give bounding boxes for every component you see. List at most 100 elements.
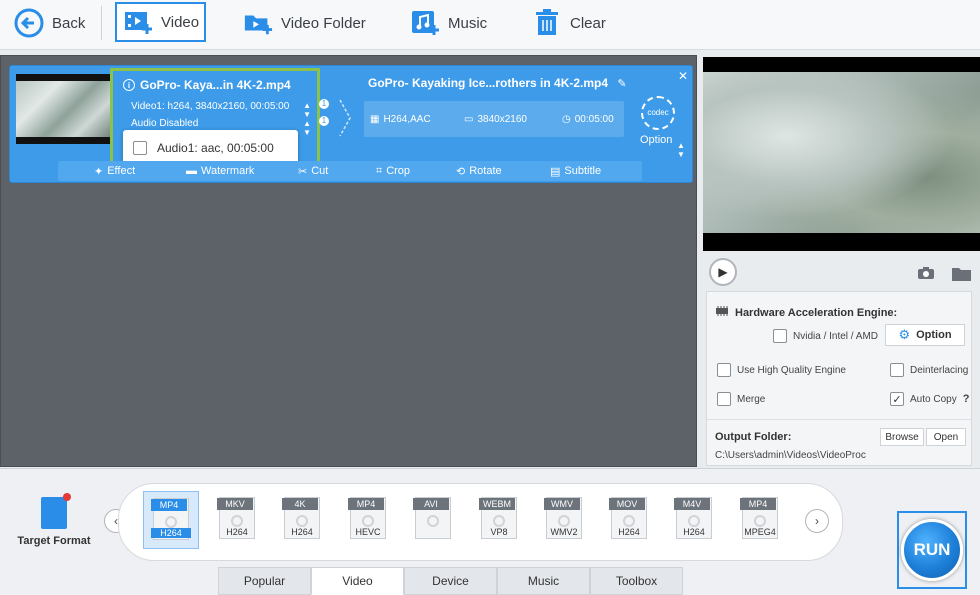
- output-filename[interactable]: GoPro- Kayaking Ice...rothers in 4K-2.mp…: [368, 76, 627, 90]
- tab-toolbox[interactable]: Toolbox: [590, 567, 683, 595]
- format-item[interactable]: WMV WMV2: [536, 491, 592, 549]
- convert-chevron-icon: [339, 99, 351, 137]
- format-item[interactable]: MKV H264: [209, 491, 265, 549]
- format-codec: MPEG4: [744, 527, 776, 537]
- output-resolution-text: 3840x2160: [477, 114, 527, 125]
- film-reel-icon: [362, 515, 374, 527]
- crop-button[interactable]: ⌗ Crop: [376, 165, 410, 178]
- format-item[interactable]: M4V H264: [666, 491, 722, 549]
- video-track-select[interactable]: Video1: h264, 3840x2160, 00:05:00: [131, 101, 289, 112]
- hw-gpu-option[interactable]: Nvidia / Intel / AMD: [773, 329, 878, 343]
- format-tag: 4K: [282, 498, 318, 510]
- format-file-icon: WMV WMV2: [544, 497, 582, 539]
- format-codec: VP8: [490, 527, 508, 537]
- output-codec-text: H264,AAC: [383, 114, 431, 125]
- format-file-icon: 4K H264: [282, 497, 320, 539]
- subtitle-button[interactable]: ▤ Subtitle: [550, 165, 601, 178]
- info-icon[interactable]: i: [123, 79, 135, 91]
- output-folder-path: C:\Users\admin\Videos\VideoProc: [715, 450, 866, 461]
- video-add-icon: [123, 7, 153, 37]
- audio-track-checkbox[interactable]: [133, 141, 147, 155]
- back-button[interactable]: Back: [14, 4, 85, 42]
- close-icon[interactable]: ✕: [678, 69, 688, 83]
- watermark-button[interactable]: ▬ Watermark: [186, 165, 254, 177]
- tab-video[interactable]: Video: [311, 567, 404, 595]
- auto-copy-checkbox[interactable]: ✓: [890, 392, 904, 406]
- output-resolution: ▭ 3840x2160: [464, 114, 527, 125]
- rotate-label: Rotate: [469, 165, 502, 177]
- format-next-button[interactable]: ›: [805, 509, 829, 533]
- play-button[interactable]: ▶: [709, 258, 737, 286]
- codec-gear-icon[interactable]: codec: [641, 96, 675, 130]
- crop-label: Crop: [386, 165, 411, 177]
- format-file-icon: MP4 H264: [151, 498, 191, 540]
- run-button[interactable]: RUN: [901, 519, 963, 581]
- format-item[interactable]: MOV H264: [601, 491, 657, 549]
- format-item[interactable]: MP4 MPEG4: [732, 491, 788, 549]
- high-quality-checkbox[interactable]: [717, 363, 731, 377]
- format-item[interactable]: WEBM VP8: [471, 491, 527, 549]
- format-item[interactable]: 4K H264: [274, 491, 330, 549]
- codec-option-label[interactable]: Option: [640, 134, 672, 146]
- open-folder-icon[interactable]: [951, 266, 973, 285]
- format-tag: MKV: [217, 498, 253, 510]
- video-track-updown-icon[interactable]: ▲ ▼: [303, 101, 311, 119]
- high-quality-label: Use High Quality Engine: [737, 364, 846, 376]
- video-thumbnail[interactable]: [16, 74, 112, 144]
- format-item[interactable]: AVI: [405, 491, 461, 549]
- video-item-card[interactable]: i GoPro- Kaya...in 4K-2.mp4 Video1: h264…: [9, 65, 693, 183]
- trash-icon: [532, 8, 562, 38]
- rotate-button[interactable]: ⟲ Rotate: [456, 165, 502, 178]
- watermark-icon: ▬: [186, 165, 197, 177]
- effect-label: Effect: [107, 165, 136, 177]
- clear-button[interactable]: Clear: [532, 4, 606, 42]
- help-icon[interactable]: ?: [963, 393, 970, 405]
- add-video-button[interactable]: Video: [115, 2, 206, 42]
- hw-option-button[interactable]: ⚙ Option: [885, 324, 965, 346]
- format-file-icon: WEBM VP8: [479, 497, 517, 539]
- format-file-icon: MOV H264: [609, 497, 647, 539]
- format-file-icon: AVI: [413, 497, 451, 539]
- merge-label: Merge: [737, 393, 766, 405]
- format-item[interactable]: MP4 H264: [143, 491, 199, 549]
- format-codec: H264: [226, 527, 248, 537]
- format-tag: WMV: [544, 498, 580, 510]
- snapshot-camera-icon[interactable]: [917, 266, 935, 283]
- video-preview[interactable]: [703, 57, 980, 251]
- target-format-button[interactable]: Target Format: [14, 493, 94, 547]
- auto-copy-label: Auto Copy: [910, 393, 957, 405]
- cut-button[interactable]: ✂ Cut: [298, 165, 328, 178]
- auto-copy-option[interactable]: ✓ Auto Copy ?: [890, 392, 969, 406]
- deinterlacing-option[interactable]: Deinterlacing: [890, 363, 968, 377]
- deinterlacing-checkbox[interactable]: [890, 363, 904, 377]
- film-reel-icon: [623, 515, 635, 527]
- audio-track-option[interactable]: Audio1: aac, 00:05:00: [157, 141, 274, 155]
- merge-checkbox[interactable]: [717, 392, 731, 406]
- thumbnail-image: [16, 81, 112, 137]
- edit-pencil-icon[interactable]: ✎: [617, 78, 626, 90]
- format-category-tabs: Popular Video Device Music Toolbox: [218, 567, 710, 595]
- reorder-updown-icon[interactable]: ▲ ▼: [677, 141, 685, 159]
- film-reel-icon: [427, 515, 439, 527]
- merge-option[interactable]: Merge: [717, 392, 765, 406]
- video-list-area: i GoPro- Kaya...in 4K-2.mp4 Video1: h264…: [0, 55, 697, 467]
- source-info-panel: i GoPro- Kaya...in 4K-2.mp4 Video1: h264…: [110, 68, 320, 166]
- high-quality-option[interactable]: Use High Quality Engine: [717, 363, 846, 377]
- tab-music[interactable]: Music: [497, 567, 590, 595]
- play-icon: ▶: [718, 265, 728, 279]
- format-tag: MP4: [740, 498, 776, 510]
- audio-track-select[interactable]: Audio Disabled: [131, 118, 198, 129]
- hw-gpu-checkbox[interactable]: [773, 329, 787, 343]
- edit-action-bar: ✦ Effect ▬ Watermark ✂ Cut ⌗ Crop ⟲ Rotate ▤ S…: [58, 161, 642, 181]
- format-tag: MP4: [151, 499, 187, 511]
- tab-popular[interactable]: Popular: [218, 567, 311, 595]
- browse-button[interactable]: Browse: [880, 428, 924, 446]
- audio-track-updown-icon[interactable]: ▲ ▼: [303, 119, 311, 137]
- open-button[interactable]: Open: [926, 428, 966, 446]
- tab-device[interactable]: Device: [404, 567, 497, 595]
- gear-icon: ⚙: [898, 327, 911, 342]
- add-music-button[interactable]: Music: [410, 4, 487, 42]
- add-video-folder-button[interactable]: Video Folder: [243, 4, 366, 42]
- format-item[interactable]: MP4 HEVC: [340, 491, 396, 549]
- effect-button[interactable]: ✦ Effect: [94, 165, 135, 178]
